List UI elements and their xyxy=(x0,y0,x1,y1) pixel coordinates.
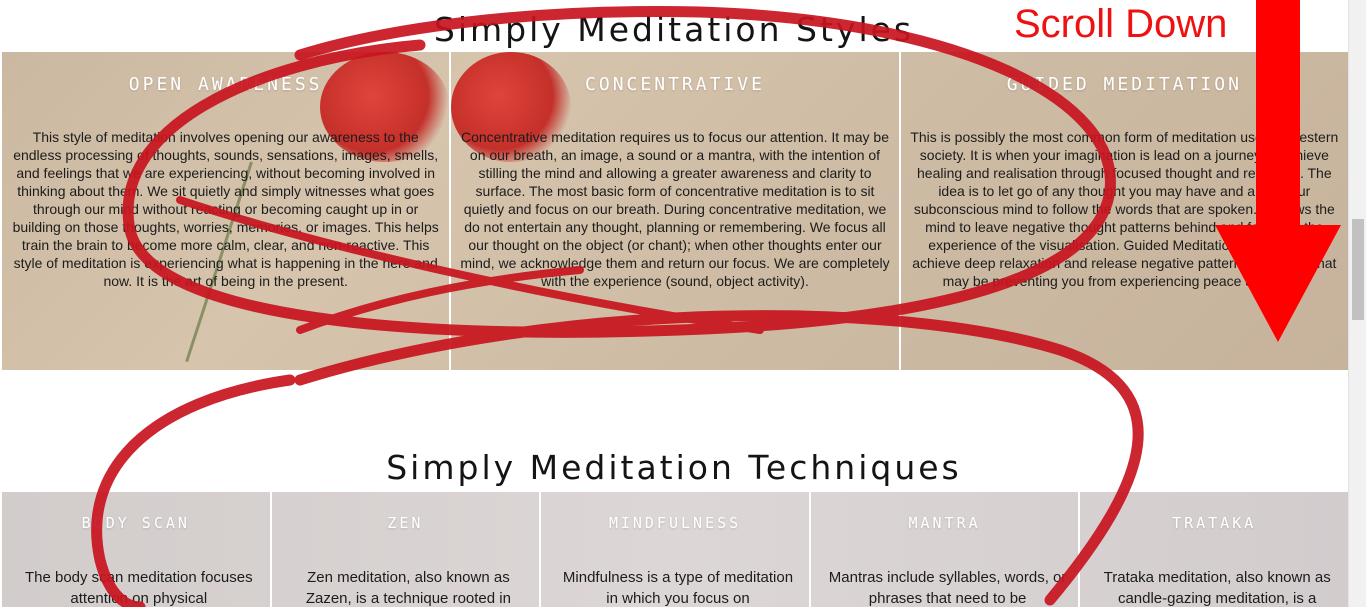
scroll-down-annotation: Scroll Down xyxy=(1014,2,1228,46)
card-text: This style of meditation involves openin… xyxy=(12,129,439,289)
technique-card-body-scan: BODY SCAN The body scan meditation focus… xyxy=(0,492,270,607)
card-text: Trataka meditation, also known as candle… xyxy=(1103,569,1331,607)
styles-card-row: OPEN AWARENESS This style of meditation … xyxy=(0,52,1348,370)
card-heading: MANTRA xyxy=(908,514,981,532)
card-heading: ZEN xyxy=(387,514,424,532)
techniques-section-title: Simply Meditation Techniques xyxy=(386,448,962,487)
card-heading: GUIDED MEDITATION xyxy=(1006,74,1242,95)
technique-card-mantra: MANTRA Mantras include syllables, words,… xyxy=(808,492,1079,607)
card-text: Zen meditation, also known as Zazen, is … xyxy=(305,569,511,607)
technique-card-zen: ZEN Zen meditation, also known as Zazen,… xyxy=(269,492,540,607)
card-text: Concentrative meditation requires us to … xyxy=(460,129,890,289)
page: Simply Meditation Styles OPEN AWARENESS … xyxy=(0,0,1366,607)
card-text: This is possibly the most common form of… xyxy=(910,129,1339,289)
style-card-open-awareness: OPEN AWARENESS This style of meditation … xyxy=(0,52,449,370)
card-text: Mantras include syllables, words, or phr… xyxy=(828,569,1067,607)
scrollbar-thumb[interactable] xyxy=(1352,219,1364,320)
card-heading: CONCENTRATIVE xyxy=(585,74,765,95)
card-text: Mindfulness is a type of meditation in w… xyxy=(562,569,794,607)
card-heading: TRATAKA xyxy=(1172,514,1257,532)
style-card-guided-meditation: GUIDED MEDITATION This is possibly the m… xyxy=(898,52,1348,370)
card-heading: OPEN AWARENESS xyxy=(128,74,323,95)
technique-card-trataka: TRATAKA Trataka meditation, also known a… xyxy=(1078,492,1348,607)
card-text: The body scan meditation focuses attenti… xyxy=(24,569,253,607)
page-scrollbar[interactable] xyxy=(1348,0,1366,607)
card-heading: MINDFULNESS xyxy=(608,514,742,532)
style-card-concentrative: CONCENTRATIVE Concentrative meditation r… xyxy=(449,52,898,370)
technique-card-mindfulness: MINDFULNESS Mindfulness is a type of med… xyxy=(539,492,809,607)
card-heading: BODY SCAN xyxy=(81,514,190,532)
techniques-card-row: BODY SCAN The body scan meditation focus… xyxy=(0,492,1348,607)
